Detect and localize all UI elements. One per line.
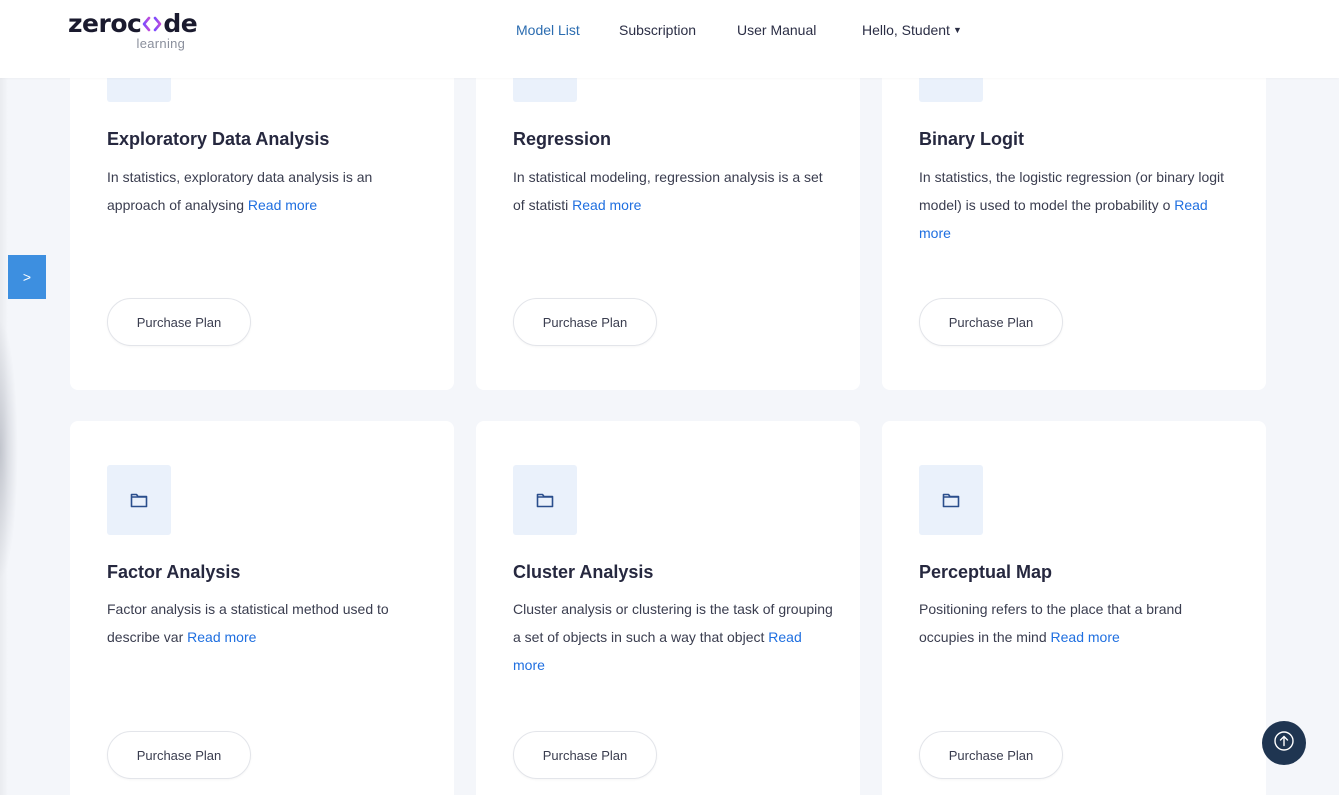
card-title: Cluster Analysis [513,562,654,582]
brand-name-part2: de [163,9,198,38]
read-more-link[interactable]: Read more [187,629,256,645]
card-description: Cluster analysis or clustering is the ta… [513,595,835,679]
sidebar-shadow [0,320,18,580]
card-description: Positioning refers to the place that a b… [919,595,1219,651]
card-description: In statistics, the logistic regression (… [919,163,1241,247]
model-card: Cluster Analysis Cluster analysis or clu… [476,421,860,795]
folder-icon [919,465,983,535]
purchase-plan-button[interactable]: Purchase Plan [919,731,1063,779]
read-more-link[interactable]: Read more [248,197,317,213]
read-more-link[interactable]: Read more [1051,629,1120,645]
nav-model-list[interactable]: Model List [516,22,580,38]
user-menu-label: Hello, Student [862,22,950,38]
scroll-to-top-button[interactable] [1262,721,1306,765]
folder-icon [107,465,171,535]
read-more-link[interactable]: Read more [572,197,641,213]
nav-user-manual[interactable]: User Manual [737,22,816,38]
top-navbar: zeroc de learning Model List Subscriptio… [0,0,1339,78]
nav-subscription[interactable]: Subscription [619,22,696,38]
card-title: Binary Logit [919,129,1025,149]
folder-icon [513,465,577,535]
purchase-plan-button[interactable]: Purchase Plan [107,298,251,346]
caret-down-icon: ▼ [952,25,962,35]
card-title: Perceptual Map [919,562,1053,582]
card-description: In statistics, exploratory data analysis… [107,163,429,219]
brand-logo[interactable]: zeroc de learning [68,9,198,52]
card-title: Exploratory Data Analysis [107,129,330,149]
purchase-plan-button[interactable]: Purchase Plan [513,298,657,346]
card-title: Regression [513,129,612,149]
card-description: Factor analysis is a statistical method … [107,595,429,651]
user-menu-dropdown[interactable]: Hello, Student ▼ [862,22,962,38]
card-description-text: In statistics, exploratory data analysis… [107,169,373,213]
card-description: In statistical modeling, regression anal… [513,163,835,219]
purchase-plan-button[interactable]: Purchase Plan [513,731,657,779]
model-card: Exploratory Data Analysis In statistics,… [70,32,454,390]
sidebar-toggle-button[interactable]: > [8,255,46,299]
model-card: Perceptual Map Positioning refers to the… [882,421,1266,795]
arrow-up-circle-icon [1273,730,1295,757]
card-title: Factor Analysis [107,562,241,582]
card-description-text: In statistical modeling, regression anal… [513,169,823,213]
brand-name-part1: zeroc [68,9,142,38]
purchase-plan-button[interactable]: Purchase Plan [919,298,1063,346]
brand-tagline: learning [136,36,186,51]
model-card: Factor Analysis Factor analysis is a sta… [70,421,454,795]
model-card: Binary Logit In statistics, the logistic… [882,32,1266,390]
code-brackets-icon [142,10,162,38]
purchase-plan-button[interactable]: Purchase Plan [107,731,251,779]
model-card: Regression In statistical modeling, regr… [476,32,860,390]
